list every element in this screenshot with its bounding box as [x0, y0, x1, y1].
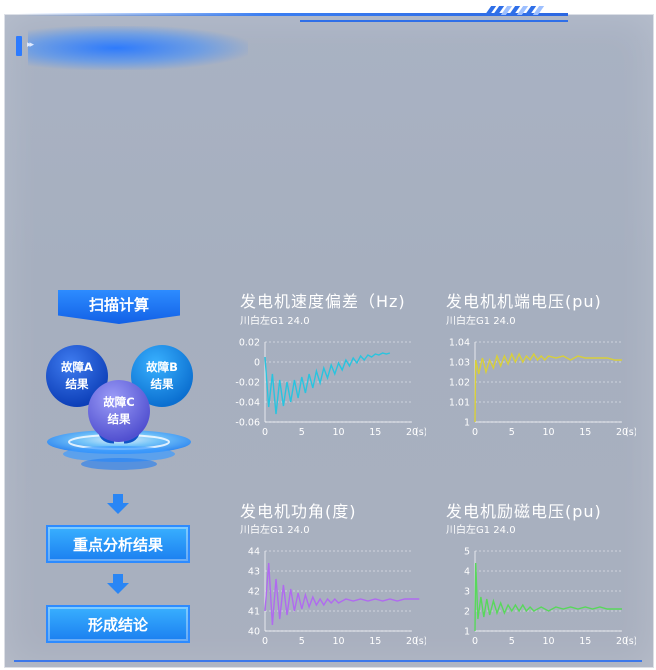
fault-c-title: 故障C [103, 395, 135, 409]
key-analysis-label: 重点分析结果 [72, 535, 163, 554]
fault-b-sub: 结果 [150, 377, 174, 391]
y-tick-label: 0 [254, 358, 260, 369]
arrow-down-icon [107, 574, 129, 594]
fault-a-sub: 结果 [65, 377, 89, 391]
arrow-down-icon [107, 494, 129, 514]
y-tick-label: 2 [464, 607, 470, 618]
x-tick-label: 0 [472, 427, 478, 438]
series-line [264, 562, 420, 626]
y-tick-label: -0.06 [235, 418, 260, 429]
x-tick-label: 15 [369, 427, 381, 438]
series-line [474, 352, 622, 423]
x-tick-label: 15 [369, 636, 381, 647]
y-tick-label: 4 [464, 567, 470, 578]
y-tick-label: -0.04 [235, 398, 260, 409]
speed-deviation-chart: 0.020-0.02-0.04-0.0605101520(s) [235, 338, 426, 439]
x-axis-unit: (s) [625, 427, 636, 438]
y-tick-label: 1 [464, 418, 470, 429]
y-tick-label: 41 [248, 607, 260, 618]
x-tick-label: 5 [509, 636, 515, 647]
y-tick-label: 3 [464, 587, 470, 598]
excitation-voltage-chart: 5432105101520(s) [464, 547, 636, 648]
top-notch [300, 14, 568, 22]
x-tick-label: 0 [262, 636, 268, 647]
fault-c-sub: 结果 [107, 412, 131, 426]
y-tick-label: 0.02 [239, 338, 260, 349]
header-marker [16, 36, 22, 56]
y-tick-label: -0.02 [235, 378, 260, 389]
angle-chart-subtitle: 川白左G1 24.0 [240, 525, 310, 536]
excitation-chart-title: 发电机励磁电压(pu) [446, 502, 602, 521]
series-line [264, 352, 391, 415]
fault-c-result[interactable]: 故障C 结果 [88, 380, 150, 442]
series-line [474, 562, 622, 632]
x-tick-label: 0 [472, 636, 478, 647]
conclusion-label: 形成结论 [87, 615, 148, 634]
y-tick-label: 40 [248, 627, 260, 638]
x-tick-label: 15 [579, 427, 591, 438]
scan-calc-label: 扫描计算 [88, 295, 149, 314]
y-tick-label: 43 [248, 567, 260, 578]
x-tick-label: 15 [579, 636, 591, 647]
decor-stripes [484, 6, 550, 15]
y-tick-label: 1 [464, 627, 470, 638]
voltage-chart-subtitle: 川白左G1 24.0 [446, 316, 516, 327]
speed-chart-subtitle: 川白左G1 24.0 [240, 316, 310, 327]
y-tick-label: 1.01 [449, 398, 470, 409]
x-tick-label: 5 [509, 427, 515, 438]
frame: ▸▸ 扫描计算 故障A 结果 故障B 结果 故障C 结果 重点分析结果 形成结论 发电… [0, 0, 656, 670]
x-tick-label: 10 [332, 427, 344, 438]
bottom-rail [14, 660, 642, 662]
y-tick-label: 1.02 [449, 378, 470, 389]
terminal-voltage-chart: 1.041.031.021.01105101520(s) [449, 338, 636, 439]
x-tick-label: 10 [542, 636, 554, 647]
chevron-right-icon: ▸▸ [27, 40, 34, 50]
x-tick-label: 0 [262, 427, 268, 438]
x-tick-label: 10 [542, 427, 554, 438]
y-tick-label: 44 [248, 547, 260, 558]
x-tick-label: 10 [332, 636, 344, 647]
x-tick-label: 5 [299, 636, 305, 647]
x-axis-unit: (s) [415, 427, 426, 438]
key-analysis-step[interactable]: 重点分析结果 [46, 525, 190, 563]
x-axis-unit: (s) [625, 636, 636, 647]
header-glow [28, 26, 248, 70]
y-tick-label: 1.04 [449, 338, 470, 349]
y-tick-label: 5 [464, 547, 470, 558]
y-tick-label: 1.03 [449, 358, 470, 369]
voltage-chart-title: 发电机机端电压(pu) [446, 292, 602, 311]
power-angle-chart: 444342414005101520(s) [248, 547, 426, 648]
x-tick-label: 5 [299, 427, 305, 438]
angle-chart-title: 发电机功角(度) [240, 502, 357, 521]
y-tick-label: 42 [248, 587, 260, 598]
x-axis-unit: (s) [415, 636, 426, 647]
conclusion-step[interactable]: 形成结论 [46, 605, 190, 643]
fault-b-title: 故障B [146, 360, 178, 374]
excitation-chart-subtitle: 川白左G1 24.0 [446, 525, 516, 536]
speed-chart-title: 发电机速度偏差（Hz) [240, 292, 406, 311]
fault-a-title: 故障A [61, 360, 93, 374]
